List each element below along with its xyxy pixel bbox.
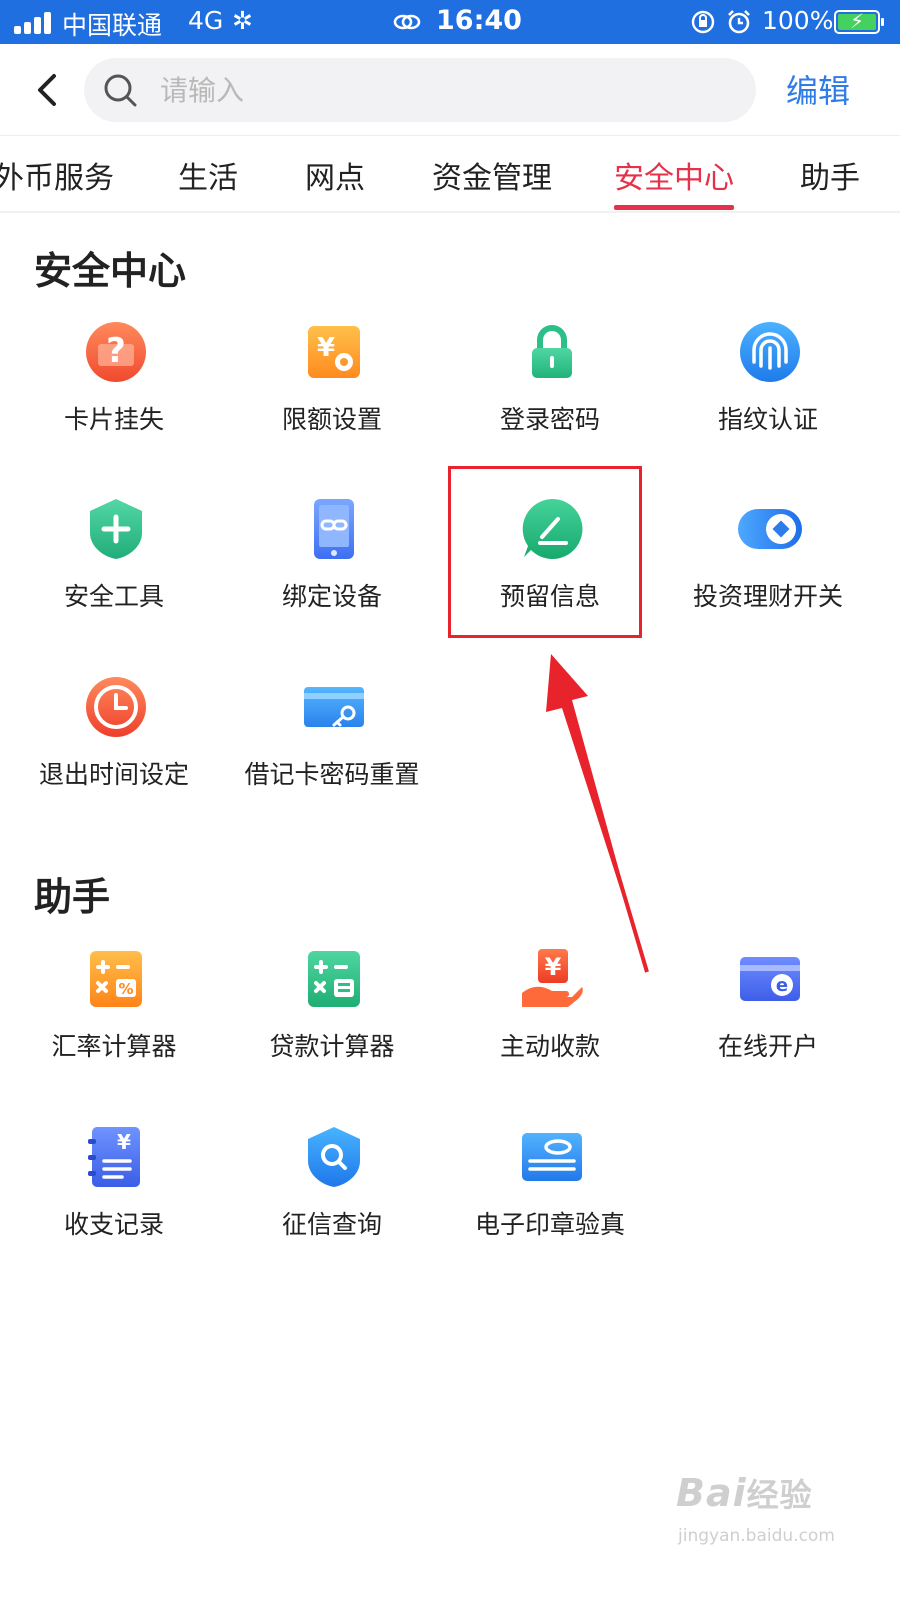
clock-icon <box>86 677 146 737</box>
search-icon <box>104 74 137 107</box>
calculator-percent-icon: % <box>90 951 142 1007</box>
tab-assistant[interactable]: 助手 <box>800 153 860 197</box>
grid-item-investment-switch[interactable]: 投资理财开关 <box>658 497 878 647</box>
grid-item-label: 指纹认证 <box>717 405 818 434</box>
grid-item-logout-time[interactable]: 退出时间设定 <box>4 675 224 825</box>
rotation-lock-icon <box>691 10 715 34</box>
tab-branches[interactable]: 网点 <box>305 153 365 197</box>
grid-item-label: 征信查询 <box>281 1210 382 1239</box>
active-tab-indicator <box>614 205 734 210</box>
card-e-icon: e <box>740 957 800 1001</box>
svg-text:¥: ¥ <box>317 333 335 363</box>
charging-bolt-icon: ⚡ <box>850 9 865 33</box>
card-key-icon <box>304 687 364 727</box>
svg-text:?: ? <box>106 331 126 371</box>
grid-item-income-expense-record[interactable]: ¥ 收支记录 <box>4 1125 224 1275</box>
section-title-security: 安全中心 <box>34 249 187 293</box>
tab-fund-management[interactable]: 资金管理 <box>432 153 552 197</box>
battery-percent: 100% <box>762 6 834 35</box>
grid-item-limit-settings[interactable]: ¥ 限额设置 <box>222 320 442 470</box>
grid-item-card-loss[interactable]: ? 卡片挂失 <box>4 320 224 470</box>
annotation-highlight-box <box>448 466 642 638</box>
grid-item-fingerprint[interactable]: 指纹认证 <box>658 320 878 470</box>
fingerprint-icon <box>740 322 800 382</box>
svg-text:%: % <box>118 980 133 998</box>
back-arrow-icon[interactable] <box>28 68 72 112</box>
grid-item-label: 借记卡密码重置 <box>244 760 420 789</box>
phone-link-icon <box>314 499 354 559</box>
carrier-name: 中国联通 <box>62 11 163 40</box>
svg-text:¥: ¥ <box>545 953 562 981</box>
grid-item-label: 贷款计算器 <box>269 1032 395 1061</box>
grid-item-label: 卡片挂失 <box>63 405 164 434</box>
edit-button[interactable]: 编辑 <box>786 66 850 112</box>
network-type: 4G <box>188 6 224 35</box>
shield-plus-icon <box>90 499 142 559</box>
category-tabs: 外币服务 生活 网点 资金管理 安全中心 助手 <box>0 137 900 213</box>
section-title-assistant: 助手 <box>34 875 111 919</box>
grid-item-bind-device[interactable]: 绑定设备 <box>222 497 442 647</box>
yen-gear-icon: ¥ <box>308 326 360 378</box>
clock-time: 16:40 <box>436 5 522 36</box>
hand-yen-icon: ¥ <box>522 949 583 1007</box>
grid-item-security-tools[interactable]: 安全工具 <box>4 497 224 647</box>
grid-item-label: 绑定设备 <box>281 582 382 611</box>
grid-item-loan-calculator[interactable]: 贷款计算器 <box>222 947 442 1097</box>
watermark-logo: Bai经验 <box>676 1471 813 1515</box>
svg-text:¥: ¥ <box>117 1130 131 1154</box>
grid-item-label: 在线开户 <box>717 1032 818 1061</box>
notebook-yen-icon: ¥ <box>88 1127 140 1187</box>
signal-strength-icon <box>14 12 54 34</box>
grid-item-exchange-calculator[interactable]: % 汇率计算器 <box>4 947 224 1097</box>
lock-icon <box>532 325 572 378</box>
grid-item-label: 限额设置 <box>281 405 382 434</box>
tab-foreign-currency[interactable]: 外币服务 <box>0 153 114 197</box>
search-input[interactable] <box>160 64 720 116</box>
grid-item-label: 登录密码 <box>499 405 600 434</box>
watermark-domain: jingyan.baidu.com <box>678 1526 835 1546</box>
tab-life[interactable]: 生活 <box>178 153 238 197</box>
grid-item-label: 汇率计算器 <box>51 1032 177 1061</box>
top-nav-bar: 编辑 <box>0 44 900 136</box>
seal-stamp-icon <box>522 1133 582 1181</box>
search-bar[interactable] <box>84 58 756 122</box>
calculator-loan-icon <box>308 951 360 1007</box>
toggle-switch-icon <box>738 509 802 549</box>
status-bar: 中国联通 4G ✲ 16:40 100% ⚡ <box>0 0 900 44</box>
loading-spinner-icon: ✲ <box>232 6 253 35</box>
grid-item-online-account[interactable]: e 在线开户 <box>658 947 878 1097</box>
battery-icon: ⚡ <box>834 9 884 34</box>
grid-item-label: 收支记录 <box>63 1210 164 1239</box>
question-card-icon: ? <box>86 322 146 382</box>
grid-item-debit-password-reset[interactable]: 借记卡密码重置 <box>222 675 442 825</box>
link-icon <box>393 14 421 30</box>
tab-security-center[interactable]: 安全中心 <box>614 153 734 197</box>
grid-item-login-password[interactable]: 登录密码 <box>440 320 660 470</box>
grid-item-e-seal-verification[interactable]: 电子印章验真 <box>440 1125 660 1275</box>
grid-item-label: 投资理财开关 <box>692 582 843 611</box>
grid-item-credit-query[interactable]: 征信查询 <box>222 1125 442 1275</box>
grid-item-label: 电子印章验真 <box>474 1210 625 1239</box>
baidu-jingyan-watermark: Bai经验 jingyan.baidu.com <box>672 1470 872 1560</box>
grid-item-label: 退出时间设定 <box>38 760 189 789</box>
grid-item-label: 主动收款 <box>499 1032 600 1061</box>
grid-item-label: 安全工具 <box>63 582 164 611</box>
alarm-icon <box>728 10 750 34</box>
shield-search-icon <box>308 1127 360 1187</box>
grid-item-active-collection[interactable]: ¥ 主动收款 <box>440 947 660 1097</box>
svg-text:e: e <box>776 975 788 996</box>
